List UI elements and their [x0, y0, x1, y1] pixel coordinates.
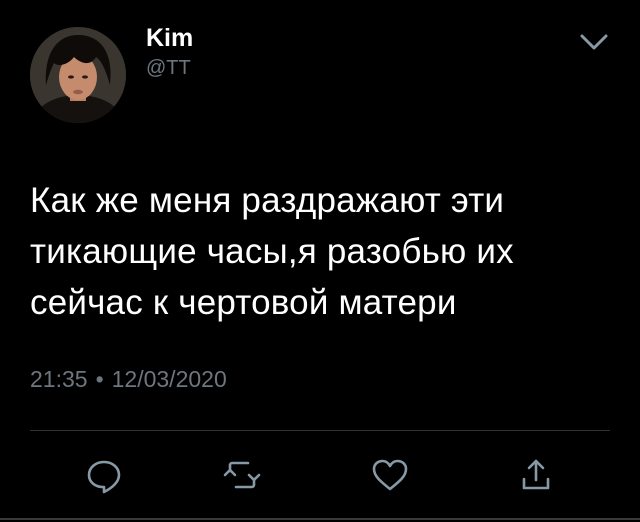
- author-handle[interactable]: @TT: [146, 55, 191, 81]
- like-button[interactable]: [370, 455, 410, 495]
- chevron-down-icon[interactable]: [578, 30, 610, 54]
- reply-icon: [87, 460, 121, 494]
- share-button[interactable]: [516, 455, 556, 495]
- share-icon: [522, 459, 550, 490]
- bottom-divider: [0, 518, 640, 520]
- heart-icon: [372, 459, 408, 491]
- author-name[interactable]: Kim: [146, 22, 193, 54]
- avatar-photo: [30, 27, 126, 123]
- tweet-text: Как же меня раздражают эти тикающие часы…: [30, 181, 514, 322]
- divider: [30, 430, 610, 431]
- reply-button[interactable]: [84, 455, 124, 495]
- retweet-icon: [223, 461, 261, 489]
- timestamp-separator: •: [95, 366, 104, 392]
- retweet-button[interactable]: [222, 455, 262, 495]
- tweet-time: 21:35: [30, 366, 88, 392]
- avatar[interactable]: [30, 27, 126, 123]
- tweet-timestamp[interactable]: 21:35 • 12/03/2020: [30, 364, 227, 394]
- tweet-date: 12/03/2020: [111, 366, 227, 392]
